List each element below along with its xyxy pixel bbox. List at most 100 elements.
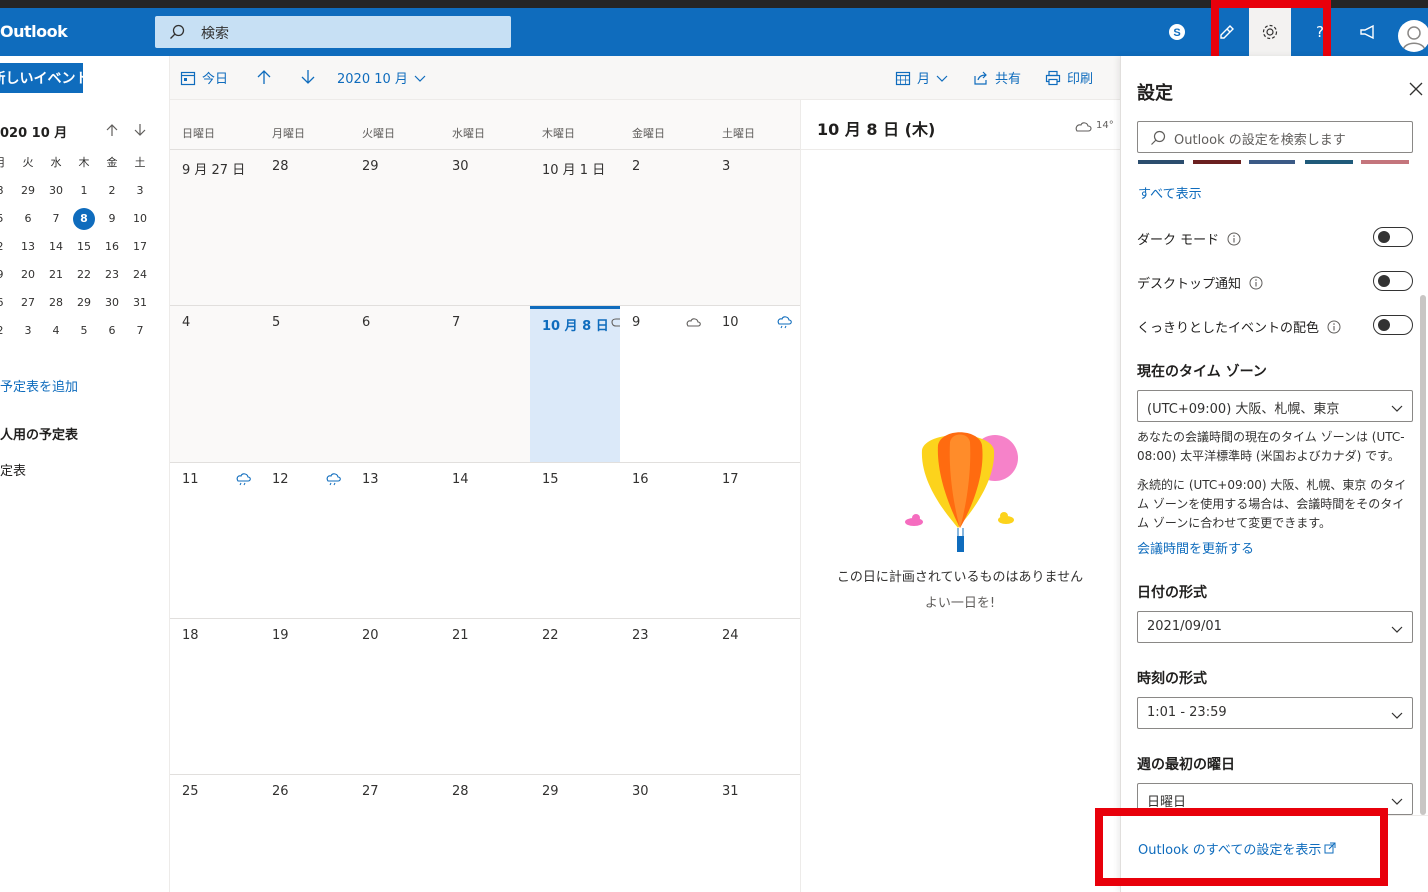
- theme-swatch[interactable]: [1138, 160, 1184, 164]
- info-icon[interactable]: [1227, 232, 1241, 246]
- info-icon[interactable]: [1249, 276, 1263, 290]
- info-icon[interactable]: [1327, 320, 1341, 334]
- mini-day[interactable]: 6: [0, 289, 14, 317]
- month-picker[interactable]: 2020 10 月: [337, 68, 426, 87]
- close-icon[interactable]: [1409, 82, 1423, 96]
- dark-mode-text: ダーク モード: [1137, 233, 1220, 248]
- mini-day[interactable]: 1: [70, 177, 98, 205]
- theme-swatch[interactable]: [1305, 160, 1353, 164]
- timezone-dropdown[interactable]: (UTC+09:00) 大阪、札幌、東京: [1137, 390, 1413, 422]
- mini-weekday-header: 金: [106, 156, 118, 169]
- avatar[interactable]: [1398, 20, 1428, 52]
- theme-swatch[interactable]: [1249, 160, 1295, 164]
- mini-day[interactable]: 16: [98, 233, 126, 261]
- mini-day[interactable]: 15: [70, 233, 98, 261]
- vivid-colors-label: くっきりとしたイベントの配色: [1137, 317, 1341, 336]
- mini-day[interactable]: 14: [42, 233, 70, 261]
- temperature: 14°: [1096, 120, 1114, 131]
- weekday-header: 金曜日: [632, 127, 665, 140]
- vivid-colors-toggle[interactable]: [1373, 315, 1413, 335]
- mini-day[interactable]: 4: [42, 317, 70, 345]
- dark-mode-toggle[interactable]: [1373, 227, 1413, 247]
- desktop-notify-text: デスクトップ通知: [1137, 277, 1242, 292]
- mini-day[interactable]: 2: [98, 177, 126, 205]
- svg-text:?: ?: [1316, 23, 1324, 41]
- settings-search-box[interactable]: Outlook の設定を検索します: [1137, 121, 1413, 153]
- mini-day[interactable]: 6: [98, 317, 126, 345]
- mini-day[interactable]: 2: [0, 233, 14, 261]
- skype-button[interactable]: S: [1156, 8, 1198, 56]
- day-number: 29: [362, 159, 379, 174]
- previous-month-icon[interactable]: [256, 69, 272, 85]
- mini-day[interactable]: 27: [14, 289, 42, 317]
- mini-day[interactable]: 20: [14, 261, 42, 289]
- mini-day[interactable]: 22: [70, 261, 98, 289]
- settings-button[interactable]: [1249, 8, 1291, 56]
- settings-scrollbar[interactable]: [1420, 295, 1426, 815]
- rain-cloud-icon: [777, 316, 792, 329]
- view-label: 月: [917, 72, 931, 87]
- mini-day-selected[interactable]: 8: [73, 208, 95, 230]
- day-number: 28: [452, 784, 469, 799]
- app-brand[interactable]: Outlook: [0, 22, 68, 41]
- add-calendar-link[interactable]: 予定表を追加: [0, 376, 78, 395]
- rain-cloud-icon: [236, 473, 251, 486]
- mini-day[interactable]: 5: [70, 317, 98, 345]
- mini-weekday-header: 月: [0, 149, 14, 177]
- calendar-item[interactable]: 定表: [0, 460, 26, 479]
- theme-swatch[interactable]: [1193, 160, 1241, 164]
- mini-day[interactable]: 13: [14, 233, 42, 261]
- mini-day[interactable]: 6: [14, 205, 42, 233]
- mini-day[interactable]: 3: [14, 317, 42, 345]
- date-format-dropdown[interactable]: 2021/09/01: [1137, 611, 1413, 643]
- view-switcher[interactable]: 月: [895, 68, 948, 87]
- day-number: 7: [452, 315, 461, 330]
- first-day-dropdown[interactable]: 日曜日: [1137, 783, 1413, 815]
- today-button[interactable]: 今日: [180, 68, 228, 87]
- mini-day[interactable]: 29: [14, 177, 42, 205]
- help-icon: ?: [1316, 23, 1324, 41]
- mini-day[interactable]: 9: [0, 261, 14, 289]
- print-button[interactable]: 印刷: [1045, 68, 1093, 87]
- mini-weekday-header: 土: [134, 156, 146, 169]
- arrow-down-icon[interactable]: [133, 123, 147, 137]
- search-box[interactable]: 検索: [155, 16, 511, 48]
- mini-day[interactable]: 2: [0, 317, 14, 345]
- day-number: 22: [542, 628, 559, 643]
- mini-day[interactable]: 29: [70, 289, 98, 317]
- mini-day[interactable]: 8: [0, 177, 14, 205]
- mini-day[interactable]: 10: [126, 205, 154, 233]
- share-button[interactable]: 共有: [973, 68, 1021, 87]
- mini-day[interactable]: 24: [126, 261, 154, 289]
- mini-day[interactable]: 28: [42, 289, 70, 317]
- time-format-dropdown[interactable]: 1:01 - 23:59: [1137, 697, 1413, 729]
- mini-day[interactable]: 7: [126, 317, 154, 345]
- mini-day[interactable]: 31: [126, 289, 154, 317]
- all-settings-link[interactable]: Outlook のすべての設定を表示: [1138, 839, 1321, 858]
- mini-day[interactable]: 21: [42, 261, 70, 289]
- personal-calendars-header[interactable]: 人用の予定表: [0, 424, 78, 443]
- mini-day[interactable]: 23: [98, 261, 126, 289]
- search-input[interactable]: 検索: [201, 23, 229, 43]
- mini-day[interactable]: 17: [126, 233, 154, 261]
- settings-search-input[interactable]: Outlook の設定を検索します: [1174, 129, 1346, 148]
- arrow-up-icon[interactable]: [105, 123, 119, 137]
- theme-swatch[interactable]: [1361, 160, 1409, 164]
- feedback-button[interactable]: [1206, 8, 1248, 56]
- update-meeting-times-link[interactable]: 会議時間を更新する: [1137, 538, 1254, 557]
- new-event-button[interactable]: 新しいイベント: [0, 63, 83, 93]
- mini-day[interactable]: 30: [98, 289, 126, 317]
- calendar-today-icon: [180, 71, 196, 85]
- show-all-themes-link[interactable]: すべて表示: [1138, 183, 1202, 202]
- mini-day[interactable]: 30: [42, 177, 70, 205]
- announcement-button[interactable]: [1348, 8, 1390, 56]
- next-month-icon[interactable]: [300, 69, 316, 85]
- mini-day[interactable]: 9: [98, 205, 126, 233]
- mini-day[interactable]: 3: [126, 177, 154, 205]
- mini-day[interactable]: 5: [0, 205, 14, 233]
- desktop-notify-toggle[interactable]: [1373, 271, 1413, 291]
- mini-day[interactable]: 7: [42, 205, 70, 233]
- skype-icon: S: [1169, 24, 1185, 40]
- help-button[interactable]: ?: [1299, 8, 1341, 56]
- chevron-down-icon: [936, 75, 948, 82]
